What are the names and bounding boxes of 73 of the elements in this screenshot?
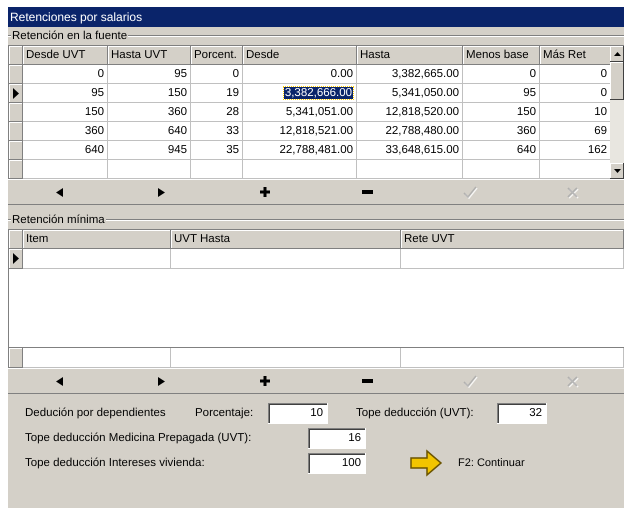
- scrollbar[interactable]: [610, 46, 624, 179]
- table-cell[interactable]: [191, 160, 243, 179]
- table-cell: 150: [463, 103, 540, 122]
- field-label: Tope deducción Medicina Prepagada (UVT):: [25, 432, 252, 444]
- table-cell: 0.00: [243, 65, 357, 84]
- table-cell: 640: [463, 141, 540, 160]
- table-cell[interactable]: [171, 348, 401, 368]
- scroll-up-button[interactable]: [610, 46, 624, 62]
- table-cell: 28: [191, 103, 243, 122]
- table-cell[interactable]: [463, 160, 540, 179]
- column-header[interactable]: Desde UVT: [23, 46, 108, 65]
- column-header[interactable]: UVT Hasta: [171, 230, 401, 249]
- column-header[interactable]: Hasta: [357, 46, 463, 65]
- window-title: Retenciones por salarios: [8, 7, 624, 27]
- input-field[interactable]: 16: [308, 428, 366, 448]
- table-cell: 150: [23, 103, 108, 122]
- column-header[interactable]: Item: [23, 230, 171, 249]
- row-indicator[interactable]: [9, 249, 23, 269]
- table-cell: 360: [463, 122, 540, 141]
- column-header[interactable]: Porcent.: [191, 46, 243, 65]
- table-cell: 640: [108, 122, 191, 141]
- table-cell: 22,788,480.00: [357, 122, 463, 141]
- table-cell: 95: [463, 84, 540, 103]
- table-cell[interactable]: [108, 160, 191, 179]
- table-cell: 945: [108, 141, 191, 160]
- table-cell: 33,648,615.00: [357, 141, 463, 160]
- table-cell: 19: [191, 84, 243, 103]
- column-header[interactable]: Hasta UVT: [108, 46, 191, 65]
- input-field[interactable]: 10: [268, 402, 328, 424]
- group-title: Retención mínima: [11, 214, 106, 226]
- scroll-down-button[interactable]: [610, 163, 624, 179]
- table-cell[interactable]: [243, 160, 357, 179]
- field-label: Porcentaje:: [195, 407, 254, 419]
- input-field[interactable]: 100: [308, 452, 366, 474]
- table-cell: 5,341,050.00: [357, 84, 463, 103]
- table-cell: 0: [191, 65, 243, 84]
- row-indicator[interactable]: [9, 84, 23, 103]
- down-triangle-icon: [614, 169, 620, 173]
- column-header[interactable]: Rete UVT: [401, 230, 624, 249]
- table-cell: 35: [191, 141, 243, 160]
- group-title: Retención en la fuente: [11, 30, 128, 42]
- table-cell: 0: [23, 65, 108, 84]
- table-cell: 640: [23, 141, 108, 160]
- table-cell: 5,341,051.00: [243, 103, 357, 122]
- table-cell: 22,788,481.00: [243, 141, 357, 160]
- table-cell: 12,818,521.00: [243, 122, 357, 141]
- table-cell: 12,818,520.00: [357, 103, 463, 122]
- table-cell: 95: [108, 65, 191, 84]
- column-header[interactable]: Desde: [243, 46, 357, 65]
- arrow-right-button[interactable]: [408, 447, 444, 479]
- scroll-thumb[interactable]: [610, 62, 624, 100]
- column-header[interactable]: Más Ret: [540, 46, 611, 65]
- field-label: Tope deducción (UVT):: [356, 407, 475, 419]
- field-label: Tope deducción Intereses vivienda:: [25, 457, 206, 469]
- field-label: Dedución por dependientes: [25, 407, 167, 419]
- table-cell: 360: [23, 122, 108, 141]
- table-cell: 0: [463, 65, 540, 84]
- table-cell: 360: [108, 103, 191, 122]
- table-cell[interactable]: [357, 160, 463, 179]
- column-header[interactable]: Menos base: [463, 46, 540, 65]
- table-cell[interactable]: [23, 160, 108, 179]
- table-cell: 3,382,666.00: [243, 84, 357, 103]
- row-pointer-icon: [12, 253, 18, 264]
- table-cell: 95: [23, 84, 108, 103]
- input-field[interactable]: 32: [497, 402, 547, 424]
- up-triangle-icon: [614, 52, 620, 56]
- table-cell: 3,382,665.00: [357, 65, 463, 84]
- table-cell[interactable]: [23, 348, 171, 368]
- table-cell[interactable]: [401, 348, 624, 368]
- row-pointer-icon: [12, 88, 18, 98]
- continue-hint: F2: Continuar: [458, 457, 526, 469]
- table-cell: 150: [108, 84, 191, 103]
- table-cell: 33: [191, 122, 243, 141]
